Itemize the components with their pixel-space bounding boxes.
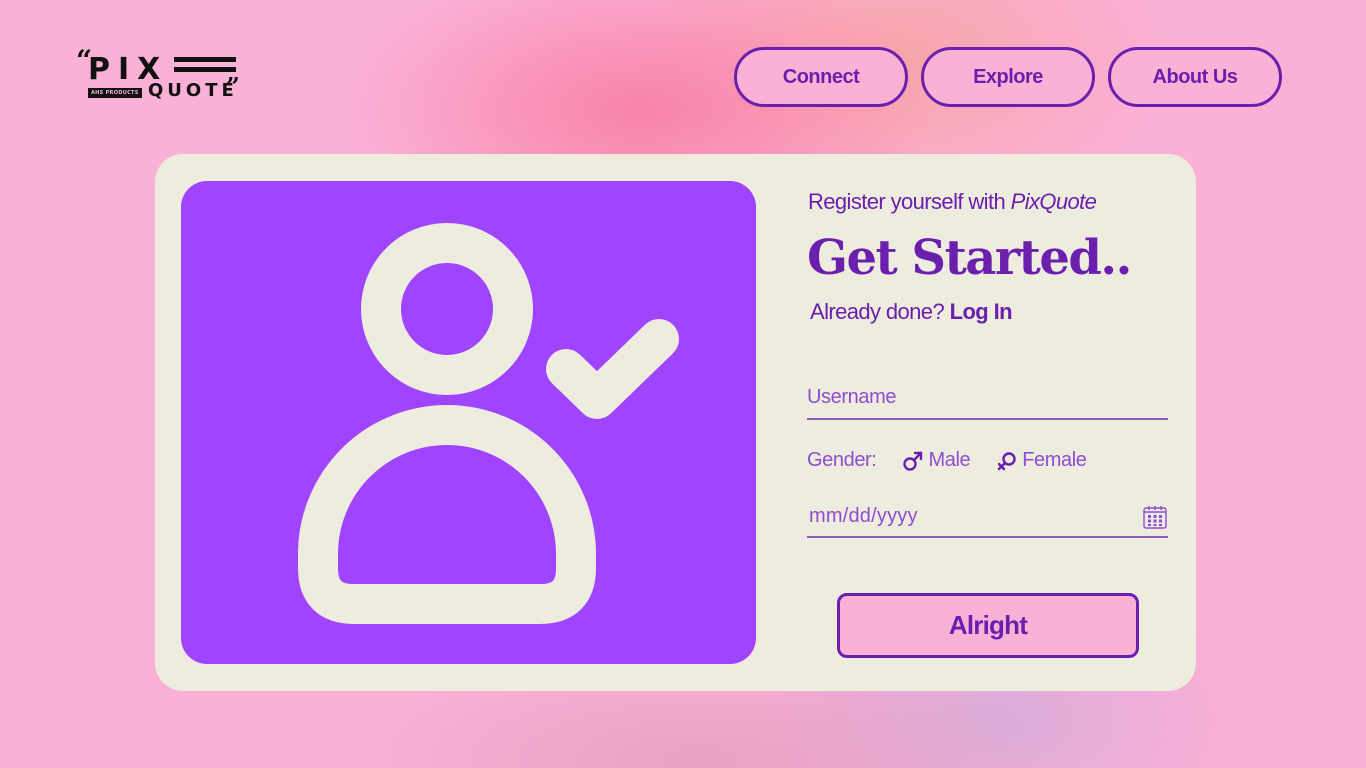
connect-button[interactable]: Connect bbox=[734, 47, 908, 107]
female-label: Female bbox=[1022, 449, 1087, 471]
gender-label: Gender: bbox=[807, 449, 877, 471]
form-tagline: Register yourself with PixQuote bbox=[808, 189, 1097, 215]
logo-tag: AHS PRODUCTS bbox=[88, 88, 142, 98]
register-card: Register yourself with PixQuote Get Star… bbox=[155, 154, 1196, 691]
gender-option-female[interactable]: Female bbox=[996, 449, 1087, 472]
female-symbol-icon bbox=[998, 451, 1016, 470]
male-label: Male bbox=[928, 449, 971, 471]
date-placeholder: mm/dd/yyyy bbox=[809, 505, 918, 527]
calendar-icon[interactable] bbox=[1142, 504, 1168, 530]
top-nav: Connect Explore About Us bbox=[734, 47, 1282, 107]
explore-button[interactable]: Explore bbox=[921, 47, 1095, 107]
username-input[interactable] bbox=[807, 378, 1168, 416]
login-link[interactable]: Log In bbox=[950, 299, 1013, 324]
logo-close-quote: ” bbox=[226, 72, 240, 101]
page-title: Get Started.. bbox=[807, 230, 1132, 286]
pixquote-logo[interactable]: “ PIX AHS PRODUCTS QUOTE ” bbox=[74, 44, 254, 106]
registration-form: Register yourself with PixQuote Get Star… bbox=[807, 154, 1169, 691]
username-field bbox=[807, 378, 1168, 420]
about-us-button[interactable]: About Us bbox=[1108, 47, 1282, 107]
already-done-text: Already done? bbox=[810, 299, 945, 324]
login-prompt: Already done? Log In bbox=[810, 299, 1013, 325]
illustration-panel bbox=[181, 181, 756, 664]
tagline-brand: PixQuote bbox=[1010, 189, 1097, 214]
male-symbol-icon bbox=[903, 451, 923, 471]
tagline-prefix: Register yourself with bbox=[808, 189, 1011, 214]
user-check-icon bbox=[298, 223, 679, 624]
gender-option-male[interactable]: Male bbox=[902, 449, 971, 472]
logo-word-bottom: QUOTE bbox=[148, 80, 238, 101]
gender-selector: Gender: Male Female bbox=[807, 449, 1087, 472]
date-of-birth-field[interactable]: mm/dd/yyyy bbox=[807, 497, 1168, 538]
alright-button[interactable]: Alright bbox=[837, 593, 1139, 658]
